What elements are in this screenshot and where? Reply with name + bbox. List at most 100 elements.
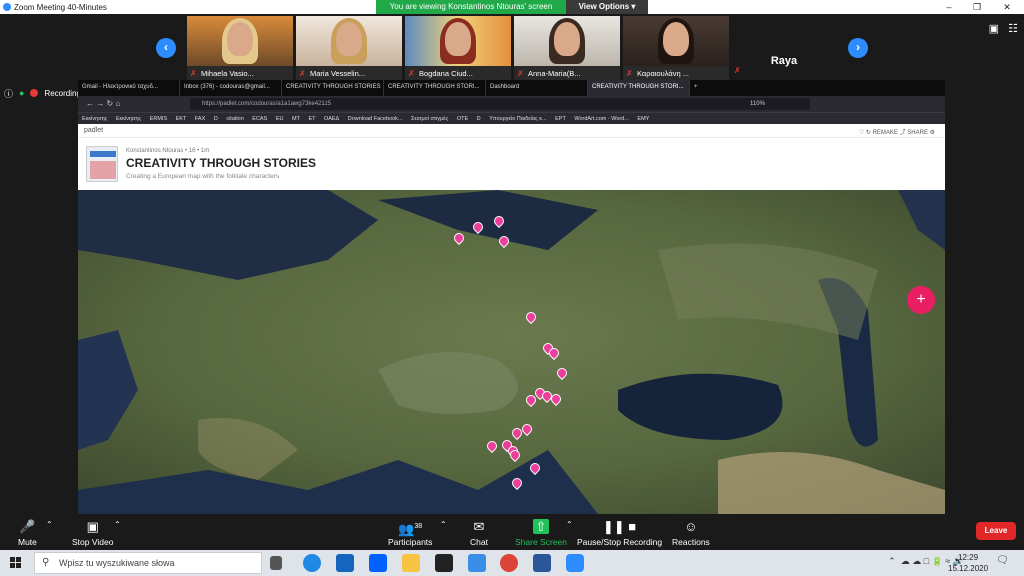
view-options-button[interactable]: View Options ▾	[566, 0, 648, 14]
maximize-button[interactable]: ❐	[962, 0, 992, 14]
share-chevron-icon[interactable]: ⌃	[566, 520, 573, 529]
browser-tab[interactable]: Dashboard	[486, 80, 588, 96]
chat-button[interactable]: ✉ Chat	[470, 518, 488, 547]
windows-start-icon[interactable]	[10, 557, 22, 569]
participants-chevron-icon[interactable]: ⌃	[440, 520, 447, 529]
reactions-button[interactable]: ☺ Reactions	[672, 518, 710, 547]
bookmark-item[interactable]: Download Facebook...	[348, 116, 403, 122]
bookmark-item[interactable]: ECAS	[252, 116, 267, 122]
padlet-actions[interactable]: ♡ ↻ REMAKE ⤴ SHARE ⚙	[859, 127, 935, 136]
minimize-button[interactable]: –	[934, 0, 964, 14]
participant-tile[interactable]: ✗ Anna-Maria(B...	[514, 16, 620, 80]
bookmark-item[interactable]: ERMIS	[150, 116, 167, 122]
bookmark-item[interactable]: Υπουργείο Παιδείας κ...	[489, 116, 546, 122]
bookmark-item[interactable]: ET	[308, 116, 315, 122]
windows-taskbar: ⚲ Wpisz tu wyszukiwane słowa ⌃ ☁ ☁ □ 🔋 ≈…	[0, 550, 1024, 576]
info-icon[interactable]: ⓘ	[4, 87, 13, 100]
viewing-label: You are viewing Konstantinos Ntouras' sc…	[376, 0, 566, 14]
bookmark-item[interactable]: EMY	[637, 116, 649, 122]
share-screen-label: Share Screen	[515, 537, 567, 547]
mute-options-chevron-icon[interactable]: ⌃	[46, 520, 53, 529]
app-icon[interactable]	[468, 554, 486, 572]
padlet-header: Konstantinos Ntouras • 16 • 1m CREATIVIT…	[78, 138, 945, 190]
add-post-button[interactable]: +	[907, 286, 935, 314]
gallery-next-button[interactable]: ›	[848, 38, 868, 58]
participants-button[interactable]: 👥38 Participants	[388, 518, 432, 547]
shield-icon: ●	[19, 88, 25, 98]
bookmark-item[interactable]: Εκκίνησης	[82, 116, 107, 122]
padlet-thumbnail	[86, 146, 118, 182]
search-placeholder: Wpisz tu wyszukiwane słowa	[59, 558, 175, 568]
europe-map[interactable]: +	[78, 190, 945, 514]
participant-tile[interactable]: ✗ Mihaela Vasio...	[187, 16, 293, 80]
browser-tab[interactable]: Gmail - Ηλεκτρονικό ταχυδ...	[78, 80, 180, 96]
bookmark-item[interactable]: MT	[292, 116, 300, 122]
bookmark-item[interactable]: WordArt.com - Word...	[574, 116, 629, 122]
browser-tab[interactable]: CREATIVITY THROUGH STORIES	[282, 80, 384, 96]
share-screen-button[interactable]: ⇧ Share Screen	[515, 518, 567, 547]
notion-icon[interactable]	[435, 554, 453, 572]
zoom-logo-icon	[3, 3, 11, 11]
browser-tab[interactable]: Inbox (376) - codouras@gmail...	[180, 80, 282, 96]
shared-screen[interactable]: Gmail - Ηλεκτρονικό ταχυδ... Inbox (376)…	[78, 80, 945, 514]
browser-tab[interactable]: CREATIVITY THROUGH STORI...	[384, 80, 486, 96]
dropbox-icon[interactable]	[369, 554, 387, 572]
mute-button[interactable]: 🎤 Mute	[18, 518, 37, 547]
participant-face	[554, 22, 580, 56]
padlet-subtitle: Creating a European map with the folktal…	[126, 173, 280, 180]
padlet-brand[interactable]: padlet	[84, 127, 103, 134]
bookmark-item[interactable]: EU	[276, 116, 284, 122]
muted-mic-icon: ✗	[408, 69, 415, 78]
zoom-level: 110%	[750, 101, 765, 107]
bookmark-item[interactable]: Εκκίνησης	[116, 116, 141, 122]
bookmark-item[interactable]: ΟΑΕΔ	[324, 116, 339, 122]
gallery-view-icons[interactable]: ▣ ☷	[989, 22, 1018, 35]
file-explorer-icon[interactable]	[402, 554, 420, 572]
participant-face	[227, 22, 253, 56]
muted-mic-icon: ✗	[734, 66, 741, 75]
pause-stop-recording-button[interactable]: ❚❚ ■ Pause/Stop Recording	[577, 518, 662, 547]
new-tab-icon[interactable]: +	[690, 80, 706, 96]
edge-icon[interactable]	[303, 554, 321, 572]
padlet-title: CREATIVITY THROUGH STORIES	[126, 156, 317, 170]
notifications-icon[interactable]: 🗨	[996, 555, 1009, 566]
bookmark-item[interactable]: EPT	[555, 116, 566, 122]
zoom-app-icon[interactable]	[566, 554, 584, 572]
back-forward-reload-icons[interactable]: ← → ↻ ⌂	[86, 99, 120, 108]
participant-tile[interactable]: ✗ Maria Vesselin...	[296, 16, 402, 80]
window-title: Zoom Meeting 40-Minutes	[14, 2, 107, 12]
taskbar-clock[interactable]: 12:29 15.12.2020	[948, 552, 988, 574]
pause-recording-label: Pause/Stop Recording	[577, 537, 663, 547]
reactions-label: Reactions	[672, 537, 710, 547]
bookmark-item[interactable]: Σεισμοί στιγμές	[411, 116, 448, 122]
bookmark-item[interactable]: EKT	[176, 116, 187, 122]
bookmark-item[interactable]: citation	[226, 116, 243, 122]
task-view-icon[interactable]	[270, 556, 282, 570]
stop-video-label: Stop Video	[72, 537, 114, 547]
url-input[interactable]: https://padlet.com/codouras/a1a1awg73ke4…	[190, 98, 810, 110]
participants-icon: 👥38	[398, 521, 423, 537]
participant-name: Καραιουλάνη ...	[637, 69, 690, 78]
chrome-icon[interactable]	[500, 554, 518, 572]
padlet-author: Konstantinos Ntouras • 16 • 1m	[126, 148, 210, 154]
taskbar-search-input[interactable]: ⚲ Wpisz tu wyszukiwane słowa	[34, 552, 262, 574]
bookmark-item[interactable]: OTE	[457, 116, 468, 122]
word-icon[interactable]	[533, 554, 551, 572]
bookmark-item[interactable]: FAX	[195, 116, 205, 122]
browser-tab-active[interactable]: CREATIVITY THROUGH STORI...	[588, 80, 690, 96]
stop-video-button[interactable]: ▣ Stop Video	[72, 518, 113, 547]
video-options-chevron-icon[interactable]: ⌃	[114, 520, 121, 529]
clock-date: 15.12.2020	[948, 564, 989, 573]
pause-stop-icon: ❚❚ ■	[602, 519, 637, 534]
bookmark-item[interactable]: D	[477, 116, 481, 122]
participant-tile[interactable]: ✗ Καραιουλάνη ...	[623, 16, 729, 80]
mute-label: Mute	[18, 537, 37, 547]
leave-button[interactable]: Leave	[976, 522, 1016, 540]
bookmark-item[interactable]: D	[214, 116, 218, 122]
mail-icon[interactable]	[336, 554, 354, 572]
close-window-button[interactable]: ✕	[992, 0, 1022, 14]
gallery-prev-button[interactable]: ‹	[156, 38, 176, 58]
microphone-icon: 🎤	[19, 519, 36, 534]
participant-name: Maria Vesselin...	[310, 69, 366, 78]
participant-tile[interactable]: ✗ Bogdana Ciud...	[405, 16, 511, 80]
